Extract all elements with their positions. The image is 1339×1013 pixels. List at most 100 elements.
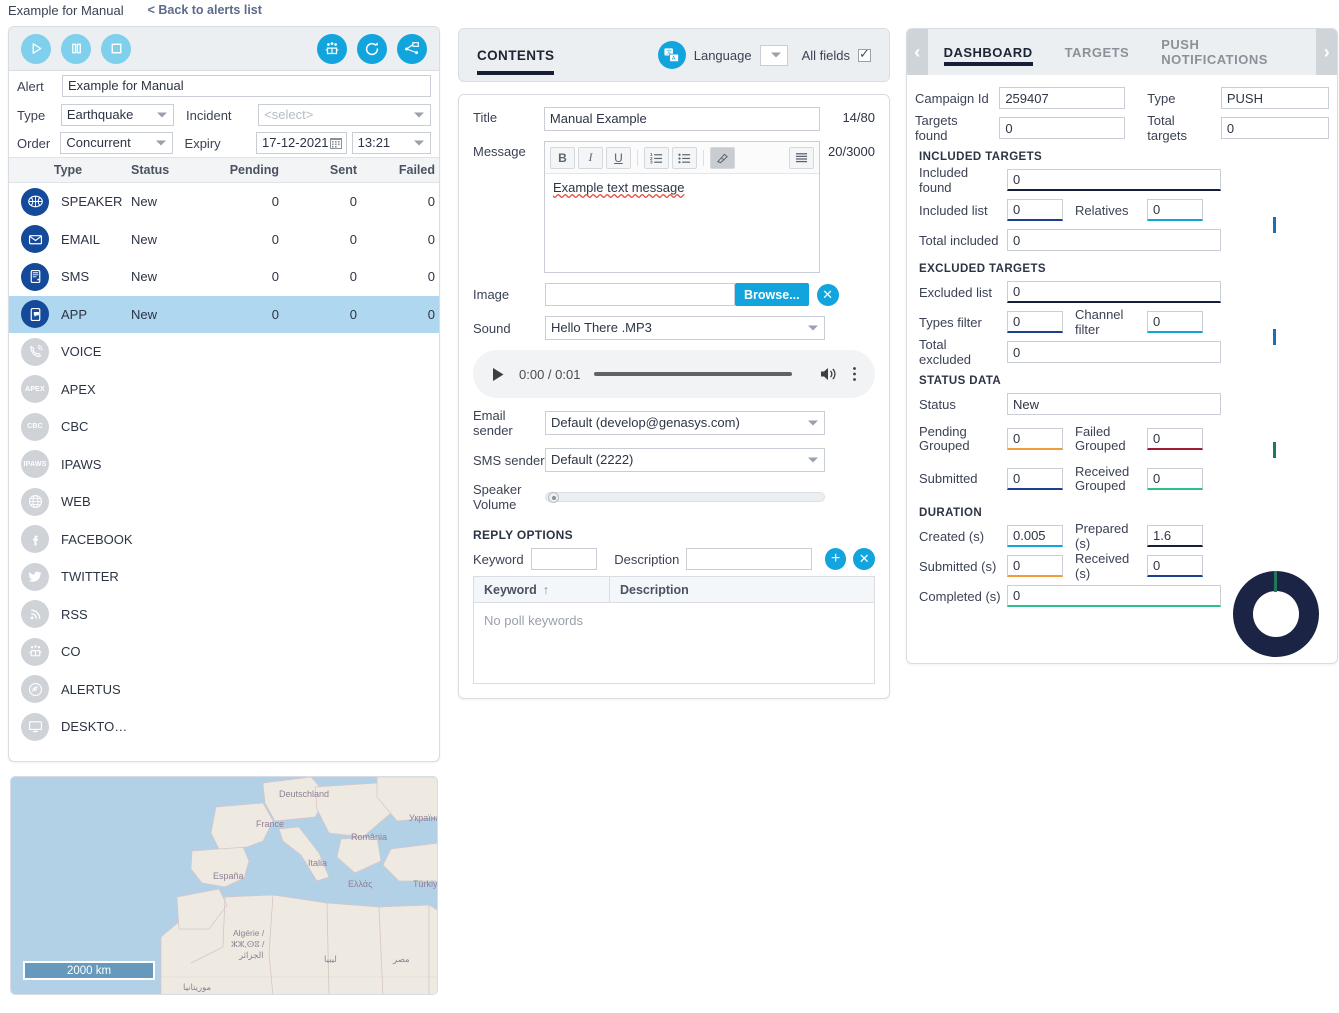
included-list-row: Included list 0 Relatives 0 bbox=[915, 195, 1329, 225]
browse-button[interactable]: Browse... bbox=[735, 283, 809, 306]
keyword-input[interactable] bbox=[531, 548, 598, 570]
dashboard-panel: ‹ DASHBOARD TARGETS PUSH NOTIFICATIONS ›… bbox=[906, 28, 1338, 664]
prepared-input[interactable]: 1.6 bbox=[1147, 525, 1203, 547]
svg-text:موريتانيا: موريتانيا bbox=[183, 982, 212, 993]
message-editor[interactable]: B I U 123 bbox=[544, 141, 820, 273]
total-included-input[interactable]: 0 bbox=[1007, 229, 1221, 251]
tab-targets[interactable]: TARGETS bbox=[1049, 29, 1146, 75]
channel-row-facebook[interactable]: FACEBOOK bbox=[9, 521, 439, 559]
tab-dashboard[interactable]: DASHBOARD bbox=[928, 29, 1049, 75]
align-button[interactable] bbox=[789, 147, 814, 169]
submitted-seconds-input[interactable]: 0 bbox=[1007, 555, 1063, 577]
clear-keyword-button[interactable]: ✕ bbox=[853, 548, 875, 570]
volume-icon[interactable] bbox=[820, 366, 838, 382]
slider-knob[interactable] bbox=[548, 492, 559, 503]
unordered-list-button[interactable] bbox=[672, 147, 697, 169]
pending-grouped-input[interactable]: 0 bbox=[1007, 428, 1063, 450]
total-targets-input[interactable]: 0 bbox=[1221, 117, 1329, 139]
clear-image-button[interactable]: ✕ bbox=[817, 284, 839, 306]
channel-name: SPEAKER bbox=[61, 194, 127, 209]
pause-button[interactable] bbox=[61, 34, 91, 64]
created-input[interactable]: 0.005 bbox=[1007, 525, 1063, 547]
channel-filter-input[interactable]: 0 bbox=[1147, 311, 1203, 333]
italic-button[interactable]: I bbox=[578, 147, 603, 169]
tab-push-notifications[interactable]: PUSH NOTIFICATIONS bbox=[1145, 29, 1316, 75]
language-select[interactable] bbox=[760, 45, 788, 66]
ordered-list-button[interactable]: 123 bbox=[644, 147, 669, 169]
audio-more-icon[interactable] bbox=[852, 366, 857, 382]
underline-button[interactable]: U bbox=[606, 147, 631, 169]
app-icon bbox=[21, 300, 49, 328]
alert-name-input[interactable]: Example for Manual bbox=[62, 75, 431, 97]
channel-row-co[interactable]: CO bbox=[9, 633, 439, 671]
included-list-input[interactable]: 0 bbox=[1007, 199, 1063, 221]
received-grouped-input[interactable]: 0 bbox=[1147, 468, 1203, 490]
type-input[interactable]: PUSH bbox=[1221, 87, 1329, 109]
order-select[interactable]: Concurrent bbox=[60, 132, 172, 154]
description-column-header[interactable]: Description bbox=[610, 583, 689, 597]
audio-progress-bar[interactable] bbox=[594, 372, 792, 376]
type-select[interactable]: Earthquake bbox=[61, 104, 174, 126]
channel-row-deskto[interactable]: DESKTO… bbox=[9, 708, 439, 746]
speaker-volume-slider[interactable] bbox=[545, 490, 825, 504]
channel-row-cbc[interactable]: CBCCBC bbox=[9, 408, 439, 446]
tabs-next-icon[interactable]: › bbox=[1316, 29, 1337, 75]
received-seconds-input[interactable]: 0 bbox=[1147, 555, 1203, 577]
sms-sender-select[interactable]: Default (2222) bbox=[545, 448, 825, 472]
play-button[interactable] bbox=[21, 34, 51, 64]
refresh-icon[interactable] bbox=[357, 34, 387, 64]
completed-seconds-input[interactable]: 0 bbox=[1007, 585, 1221, 607]
submitted-input[interactable]: 0 bbox=[1007, 468, 1063, 490]
channel-row-voice[interactable]: VOICE bbox=[9, 333, 439, 371]
audio-play-icon[interactable] bbox=[491, 367, 505, 382]
total-excluded-input[interactable]: 0 bbox=[1007, 341, 1221, 363]
types-filter-input[interactable]: 0 bbox=[1007, 311, 1063, 333]
channel-row-email[interactable]: EMAILNew000 bbox=[9, 221, 439, 259]
relatives-input[interactable]: 0 bbox=[1147, 199, 1203, 221]
back-to-alerts-link[interactable]: < Back to alerts list bbox=[148, 3, 262, 17]
workflow-icon[interactable] bbox=[397, 34, 427, 64]
channel-row-speaker[interactable]: SPEAKERNew000 bbox=[9, 183, 439, 221]
included-found-input[interactable]: 0 bbox=[1007, 169, 1221, 191]
channel-row-alertus[interactable]: ALERTUS bbox=[9, 671, 439, 709]
all-fields-checkbox[interactable] bbox=[858, 49, 871, 62]
clear-format-button[interactable] bbox=[710, 147, 735, 169]
stop-button[interactable] bbox=[101, 34, 131, 64]
keyword-column-header[interactable]: Keyword ↑ bbox=[474, 577, 610, 602]
alert-map[interactable]: Deutschland France Україна România Españ… bbox=[10, 776, 438, 995]
channel-row-twitter[interactable]: TWITTER bbox=[9, 558, 439, 596]
expiry-time-select[interactable]: 13:21 bbox=[352, 132, 431, 154]
title-input[interactable]: Manual Example bbox=[544, 107, 820, 131]
svg-text:España: España bbox=[213, 871, 244, 881]
contacts-icon[interactable] bbox=[317, 34, 347, 64]
calendar-icon[interactable] bbox=[329, 136, 343, 150]
excluded-list-input[interactable]: 0 bbox=[1007, 281, 1221, 303]
excluded-list-label: Excluded list bbox=[915, 285, 1001, 300]
campaign-id-input[interactable]: 259407 bbox=[999, 87, 1125, 109]
column-type: Type bbox=[9, 163, 127, 177]
email-sender-select[interactable]: Default (develop@genasys.com) bbox=[545, 411, 825, 435]
failed-grouped-input[interactable]: 0 bbox=[1147, 428, 1203, 450]
channel-row-sms[interactable]: SMSNew000 bbox=[9, 258, 439, 296]
channel-row-web[interactable]: WEB bbox=[9, 483, 439, 521]
channel-table-header: Type Status Pending Sent Failed bbox=[9, 157, 439, 183]
alert-name-row: Alert Example for Manual bbox=[9, 71, 439, 101]
audio-player[interactable]: 0:00 / 0:01 bbox=[473, 350, 875, 398]
channel-name: TWITTER bbox=[61, 569, 127, 584]
expiry-date-input[interactable]: 17-12-2021 bbox=[256, 132, 347, 154]
targets-found-input[interactable]: 0 bbox=[999, 117, 1125, 139]
incident-select[interactable]: <select> bbox=[258, 104, 431, 126]
translate-icon[interactable]: 文 A bbox=[658, 41, 686, 69]
description-input[interactable] bbox=[686, 548, 812, 570]
tabs-prev-icon[interactable]: ‹ bbox=[907, 29, 928, 75]
status-input[interactable]: New bbox=[1007, 393, 1221, 415]
channel-row-app[interactable]: APPNew000 bbox=[9, 296, 439, 334]
channel-row-rss[interactable]: RSS bbox=[9, 596, 439, 634]
add-keyword-button[interactable]: + bbox=[825, 548, 847, 570]
channel-row-apex[interactable]: APEXAPEX bbox=[9, 371, 439, 409]
sound-select[interactable]: Hello There .MP3 bbox=[545, 316, 825, 340]
message-textarea[interactable]: Example text message bbox=[545, 174, 819, 272]
bold-button[interactable]: B bbox=[550, 147, 575, 169]
image-input[interactable] bbox=[545, 283, 735, 306]
channel-row-ipaws[interactable]: IPAWSIPAWS bbox=[9, 446, 439, 484]
